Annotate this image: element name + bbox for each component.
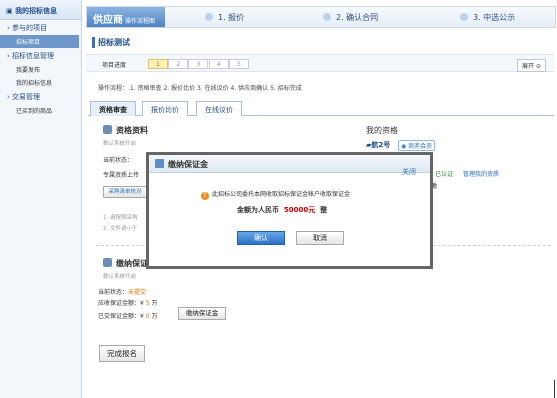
confirm-button[interactable]: 确认: [237, 231, 285, 245]
manage-qualification-link[interactable]: 管理我的资质: [463, 169, 499, 178]
modal-close-link[interactable]: 关闭: [402, 167, 416, 177]
deposit-icon: [155, 159, 164, 168]
progress-step: 1: [148, 59, 168, 69]
progress-steps: 1 2 3 4 5: [148, 59, 249, 69]
flow-step-result: 3. 中选公示: [460, 12, 515, 23]
qualification-status-label: 当前状态：: [103, 157, 134, 164]
operation-flow: 操作流程： 1. 资格审查 2. 报价比价 3. 在线议价 4. 供应商确认 5…: [98, 85, 302, 92]
sidebar-header: ▣ 我的招标信息: [0, 0, 81, 20]
progress-bar: 项目进度 1 2 3 4 5 展开 ⊝: [86, 54, 554, 72]
step-icon: [205, 13, 213, 21]
cancel-button[interactable]: 取消: [296, 231, 344, 245]
deposit-modal: 缴纳保证金 关闭 ! 此招标公司委托本网收取招标保证金帐户收取保证金 金额为人民币…: [146, 152, 433, 269]
deposit-due: 应收保证金额：¥ 5 万: [98, 300, 158, 307]
sidebar-item-bought[interactable]: 已买到的商品: [0, 104, 81, 117]
progress-step: 3: [188, 59, 209, 69]
gavel-icon: [103, 125, 112, 134]
sidebar-item-my-bids[interactable]: 我的招标信息: [0, 76, 81, 89]
checklist-button[interactable]: 采购清单核对: [103, 186, 147, 198]
member-badge[interactable]: ◉ 商务会员: [398, 140, 436, 151]
flow-step-contract: 2. 确认合同: [323, 12, 378, 23]
sidebar-group-trade[interactable]: › 交易管理: [0, 89, 81, 104]
cursor-line: [554, 380, 555, 398]
tab-negotiation[interactable]: 在线议价: [196, 101, 242, 116]
sidebar-group-bid-info[interactable]: › 招标信息管理: [0, 48, 81, 63]
qualification-title: 资格资料: [103, 125, 148, 136]
qualification-list-2: 2. 文件请小于: [103, 226, 138, 232]
modal-amount: 金额为人民币 50000元 整: [237, 206, 328, 214]
qualification-list-1: 1. 请按照采购: [103, 215, 138, 221]
member-icon: ◉: [401, 143, 407, 150]
progress-label: 项目进度: [102, 62, 127, 69]
sidebar-item-bid-projects[interactable]: 招标项目: [0, 35, 79, 48]
step-icon: [323, 13, 331, 21]
page-title: 招标测试: [92, 37, 130, 48]
my-qualification-name: ▰航2号: [366, 141, 391, 149]
flow-step-quote: 1. 报价: [205, 12, 244, 23]
qualification-upload-label: 专属资质上传: [103, 172, 140, 179]
progress-step: 5: [228, 59, 249, 69]
finish-registration-button[interactable]: 完成报名: [99, 345, 145, 362]
gavel-icon: [103, 258, 112, 267]
expand-button[interactable]: 展开 ⊝: [517, 59, 546, 72]
deposit-status: 当前状态：未提交: [98, 289, 147, 296]
progress-step: 2: [168, 59, 189, 69]
flow-bar: 供应商 操作流程图 1. 报价 2. 确认合同 3. 中选公示: [86, 6, 556, 28]
progress-step: 4: [208, 59, 229, 69]
modal-message: ! 此招标公司委托本网收取招标保证金帐户收取保证金: [201, 189, 350, 200]
sidebar-item-publish[interactable]: 我要发布: [0, 63, 81, 76]
tab-quote[interactable]: 报价比价: [142, 101, 188, 116]
sidebar: ▣ 我的招标信息 › 参与的项目 招标项目 › 招标信息管理 我要发布 我的招标…: [0, 0, 82, 398]
warning-icon: !: [201, 192, 209, 200]
deposit-note: 数认系统开启: [103, 274, 137, 280]
tab-qualification[interactable]: 资格审查: [90, 101, 136, 116]
deposit-paid: 已交保证金额：¥ 0 万: [98, 313, 158, 320]
tab-bar: 资格审查 报价比价 在线议价: [88, 101, 554, 116]
flow-bar-brand: 供应商 操作流程图: [87, 7, 165, 27]
step-icon: [460, 13, 468, 21]
qualification-note: 数认系统开启: [103, 141, 137, 147]
sidebar-group-participated[interactable]: › 参与的项目: [0, 20, 81, 35]
modal-header: 缴纳保证金: [149, 155, 430, 173]
pay-deposit-button[interactable]: 缴纳保证金: [178, 307, 226, 320]
my-qualification-title: 我的资格: [366, 126, 398, 135]
